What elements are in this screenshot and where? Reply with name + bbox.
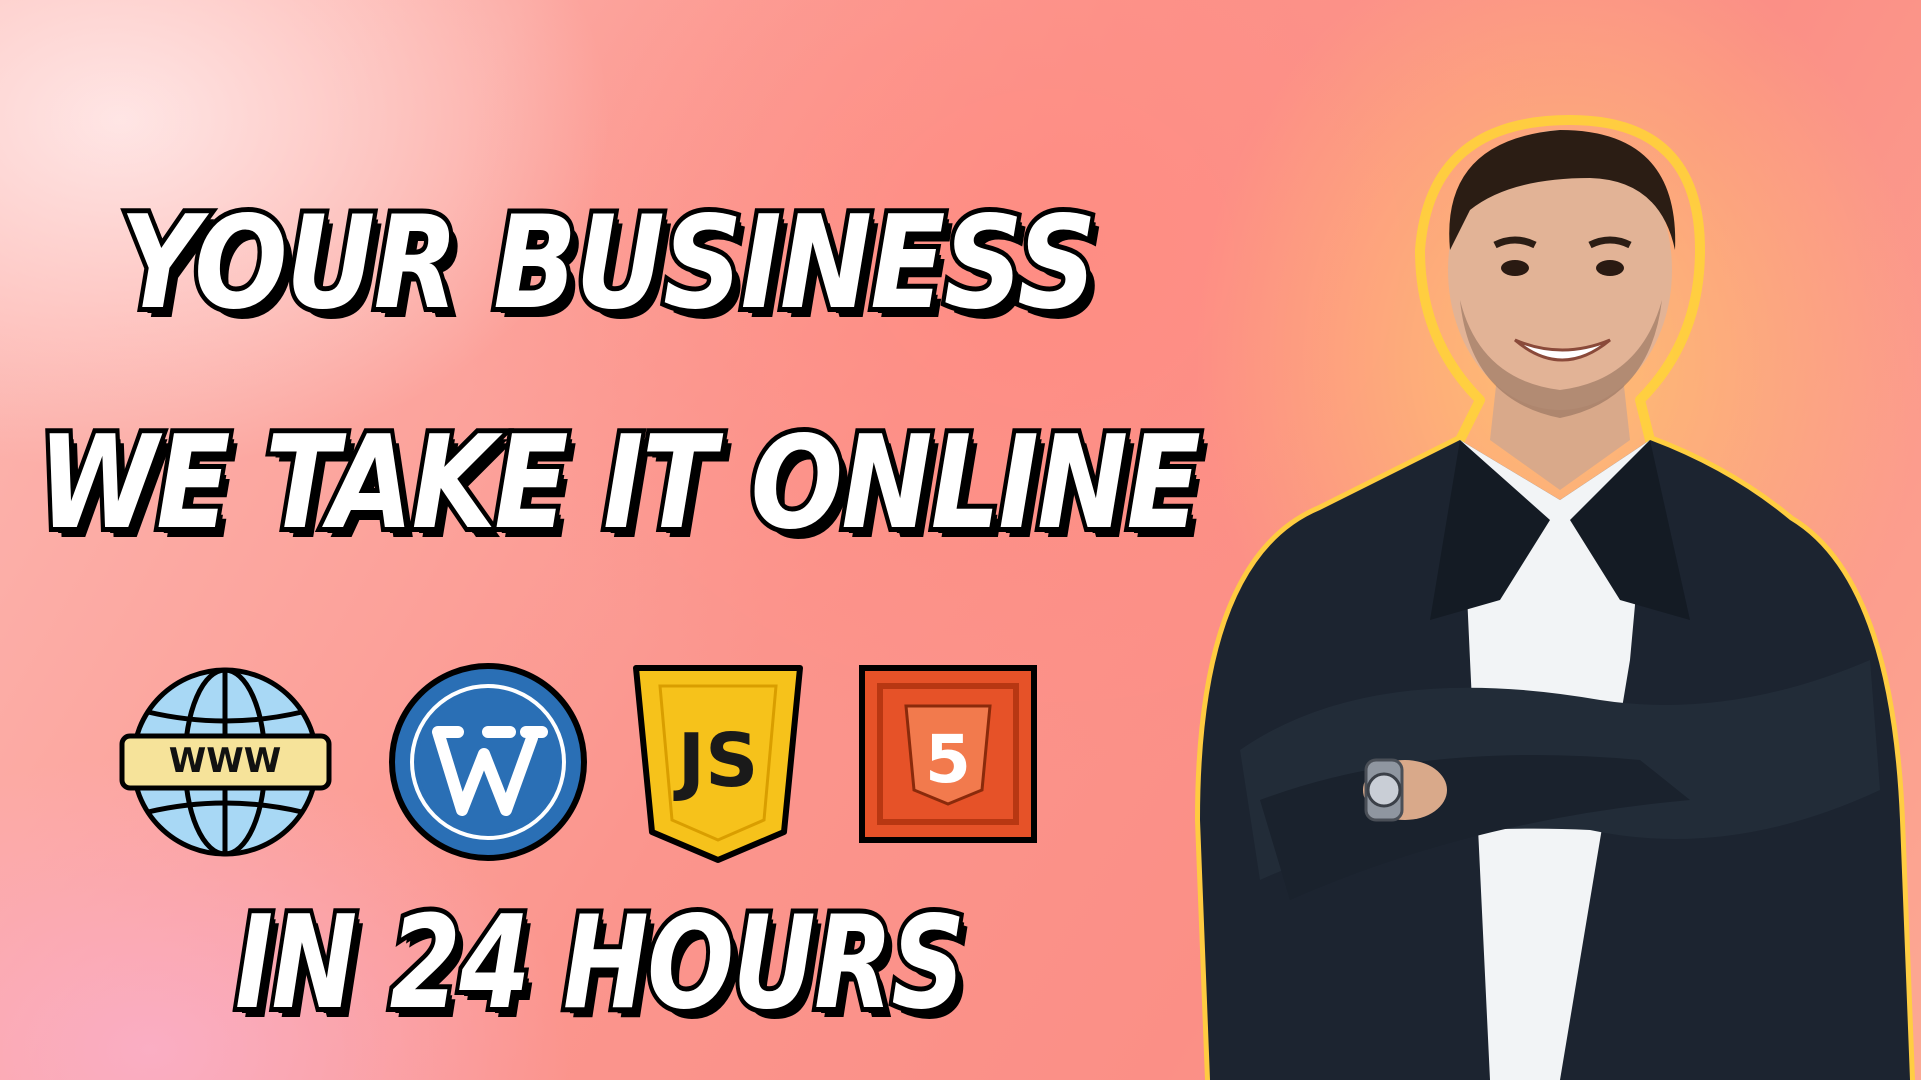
headline-line-2: WE TAKE IT ONLINE <box>34 409 1205 558</box>
thumbnail-canvas: YOUR BUSINESS WE TAKE IT ONLINE WWW JS 5… <box>0 0 1921 1080</box>
www-globe-icon: WWW <box>119 667 332 857</box>
javascript-icon: JS <box>633 665 803 863</box>
www-label: WWW <box>169 741 282 781</box>
js-label: JS <box>673 718 759 804</box>
headline-line-3: IN 24 HOURS <box>231 889 969 1038</box>
html5-label: 5 <box>925 721 971 798</box>
wordpress-icon <box>389 663 587 861</box>
html5-icon: 5 <box>859 665 1037 843</box>
headline-line-1: YOUR BUSINESS <box>116 189 1101 338</box>
businessman-photo <box>1195 115 1915 1080</box>
